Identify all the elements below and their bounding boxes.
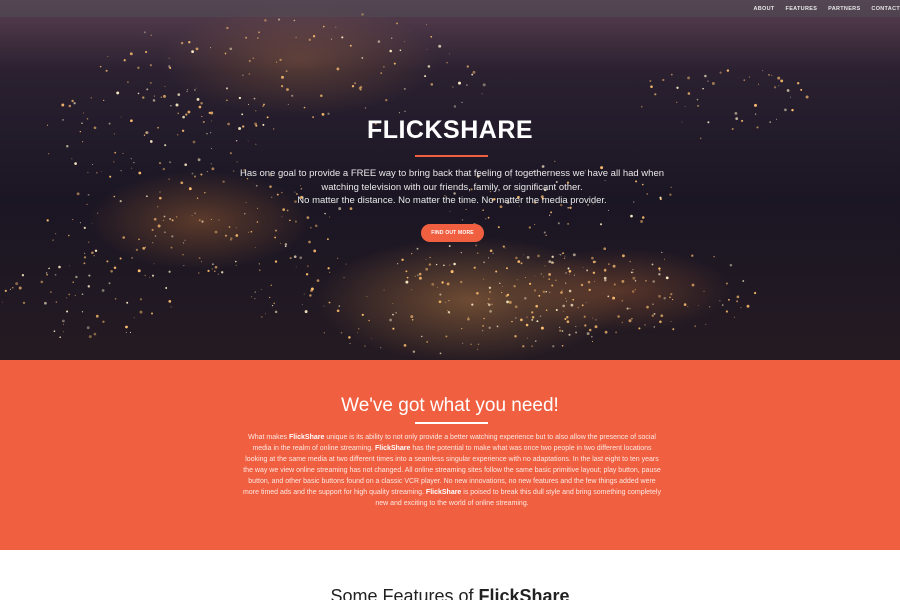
- nav-partners[interactable]: PARTNERS: [828, 6, 860, 12]
- about-text: What makes FlickShare unique is its abil…: [243, 432, 661, 509]
- hero-description: Has one goal to provide a FREE way to br…: [232, 167, 672, 208]
- brand-name: FlickShare: [425, 489, 462, 496]
- hero-section: FLICKSHARE Has one goal to provide a FRE…: [0, 0, 900, 360]
- hero-title: FLICKSHARE: [366, 116, 534, 144]
- nav-about[interactable]: ABOUT: [753, 6, 774, 12]
- about-text-part1: What makes: [248, 434, 289, 441]
- about-section: We've got what you need! What makes Flic…: [0, 360, 900, 550]
- features-title-prefix: Some Features of: [330, 586, 479, 600]
- nav-features[interactable]: FEATURES: [786, 6, 818, 12]
- features-title-brand: FlickShare: [478, 586, 570, 600]
- top-nav: ABOUT FEATURES PARTNERS CONTACT: [0, 0, 900, 17]
- nav-contact[interactable]: CONTACT: [871, 6, 900, 12]
- about-title: We've got what you need!: [341, 395, 559, 416]
- about-divider: [415, 422, 488, 424]
- brand-name: FlickShare: [375, 445, 411, 452]
- hero-divider: [415, 155, 488, 157]
- hero-description-line1: Has one goal to provide a FREE way to br…: [239, 168, 665, 193]
- hero-description-line2: No matter the distance. No matter the ti…: [297, 195, 607, 206]
- find-out-more-button[interactable]: FIND OUT MORE: [421, 224, 484, 242]
- features-title: Some Features of FlickShare: [0, 586, 900, 600]
- features-section: Some Features of FlickShare: [0, 550, 900, 600]
- brand-name: FlickShare: [288, 434, 325, 441]
